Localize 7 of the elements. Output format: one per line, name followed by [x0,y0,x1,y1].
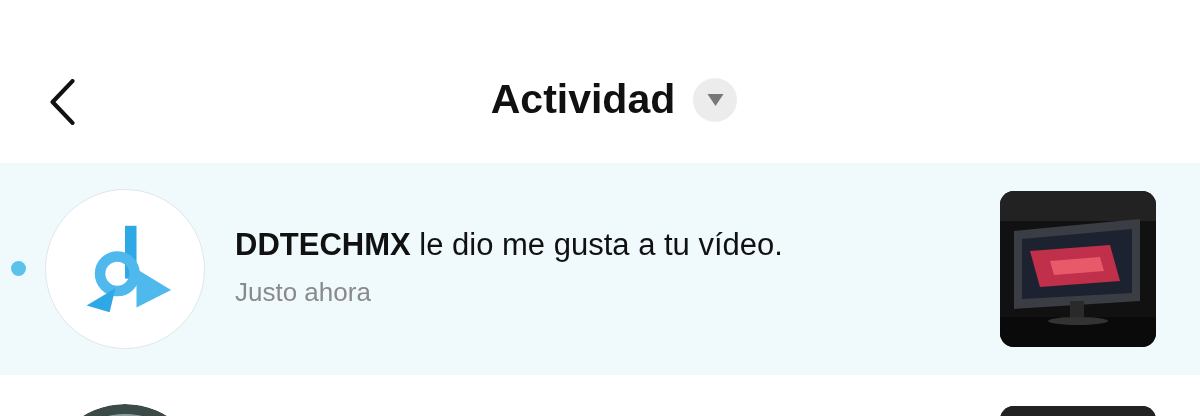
filter-dropdown-button[interactable] [693,78,738,122]
page-title: Actividad [490,75,676,125]
notification-message: DDTECHMX le dio me gusta a tu vídeo. [235,226,784,265]
caret-icon [706,94,724,106]
back-icon [49,79,75,125]
notification-time: Justo ahora [235,275,372,309]
notification-row[interactable]: DDTECHMX le dio me gusta a tu vídeo. Justo ahora [0,163,1200,375]
